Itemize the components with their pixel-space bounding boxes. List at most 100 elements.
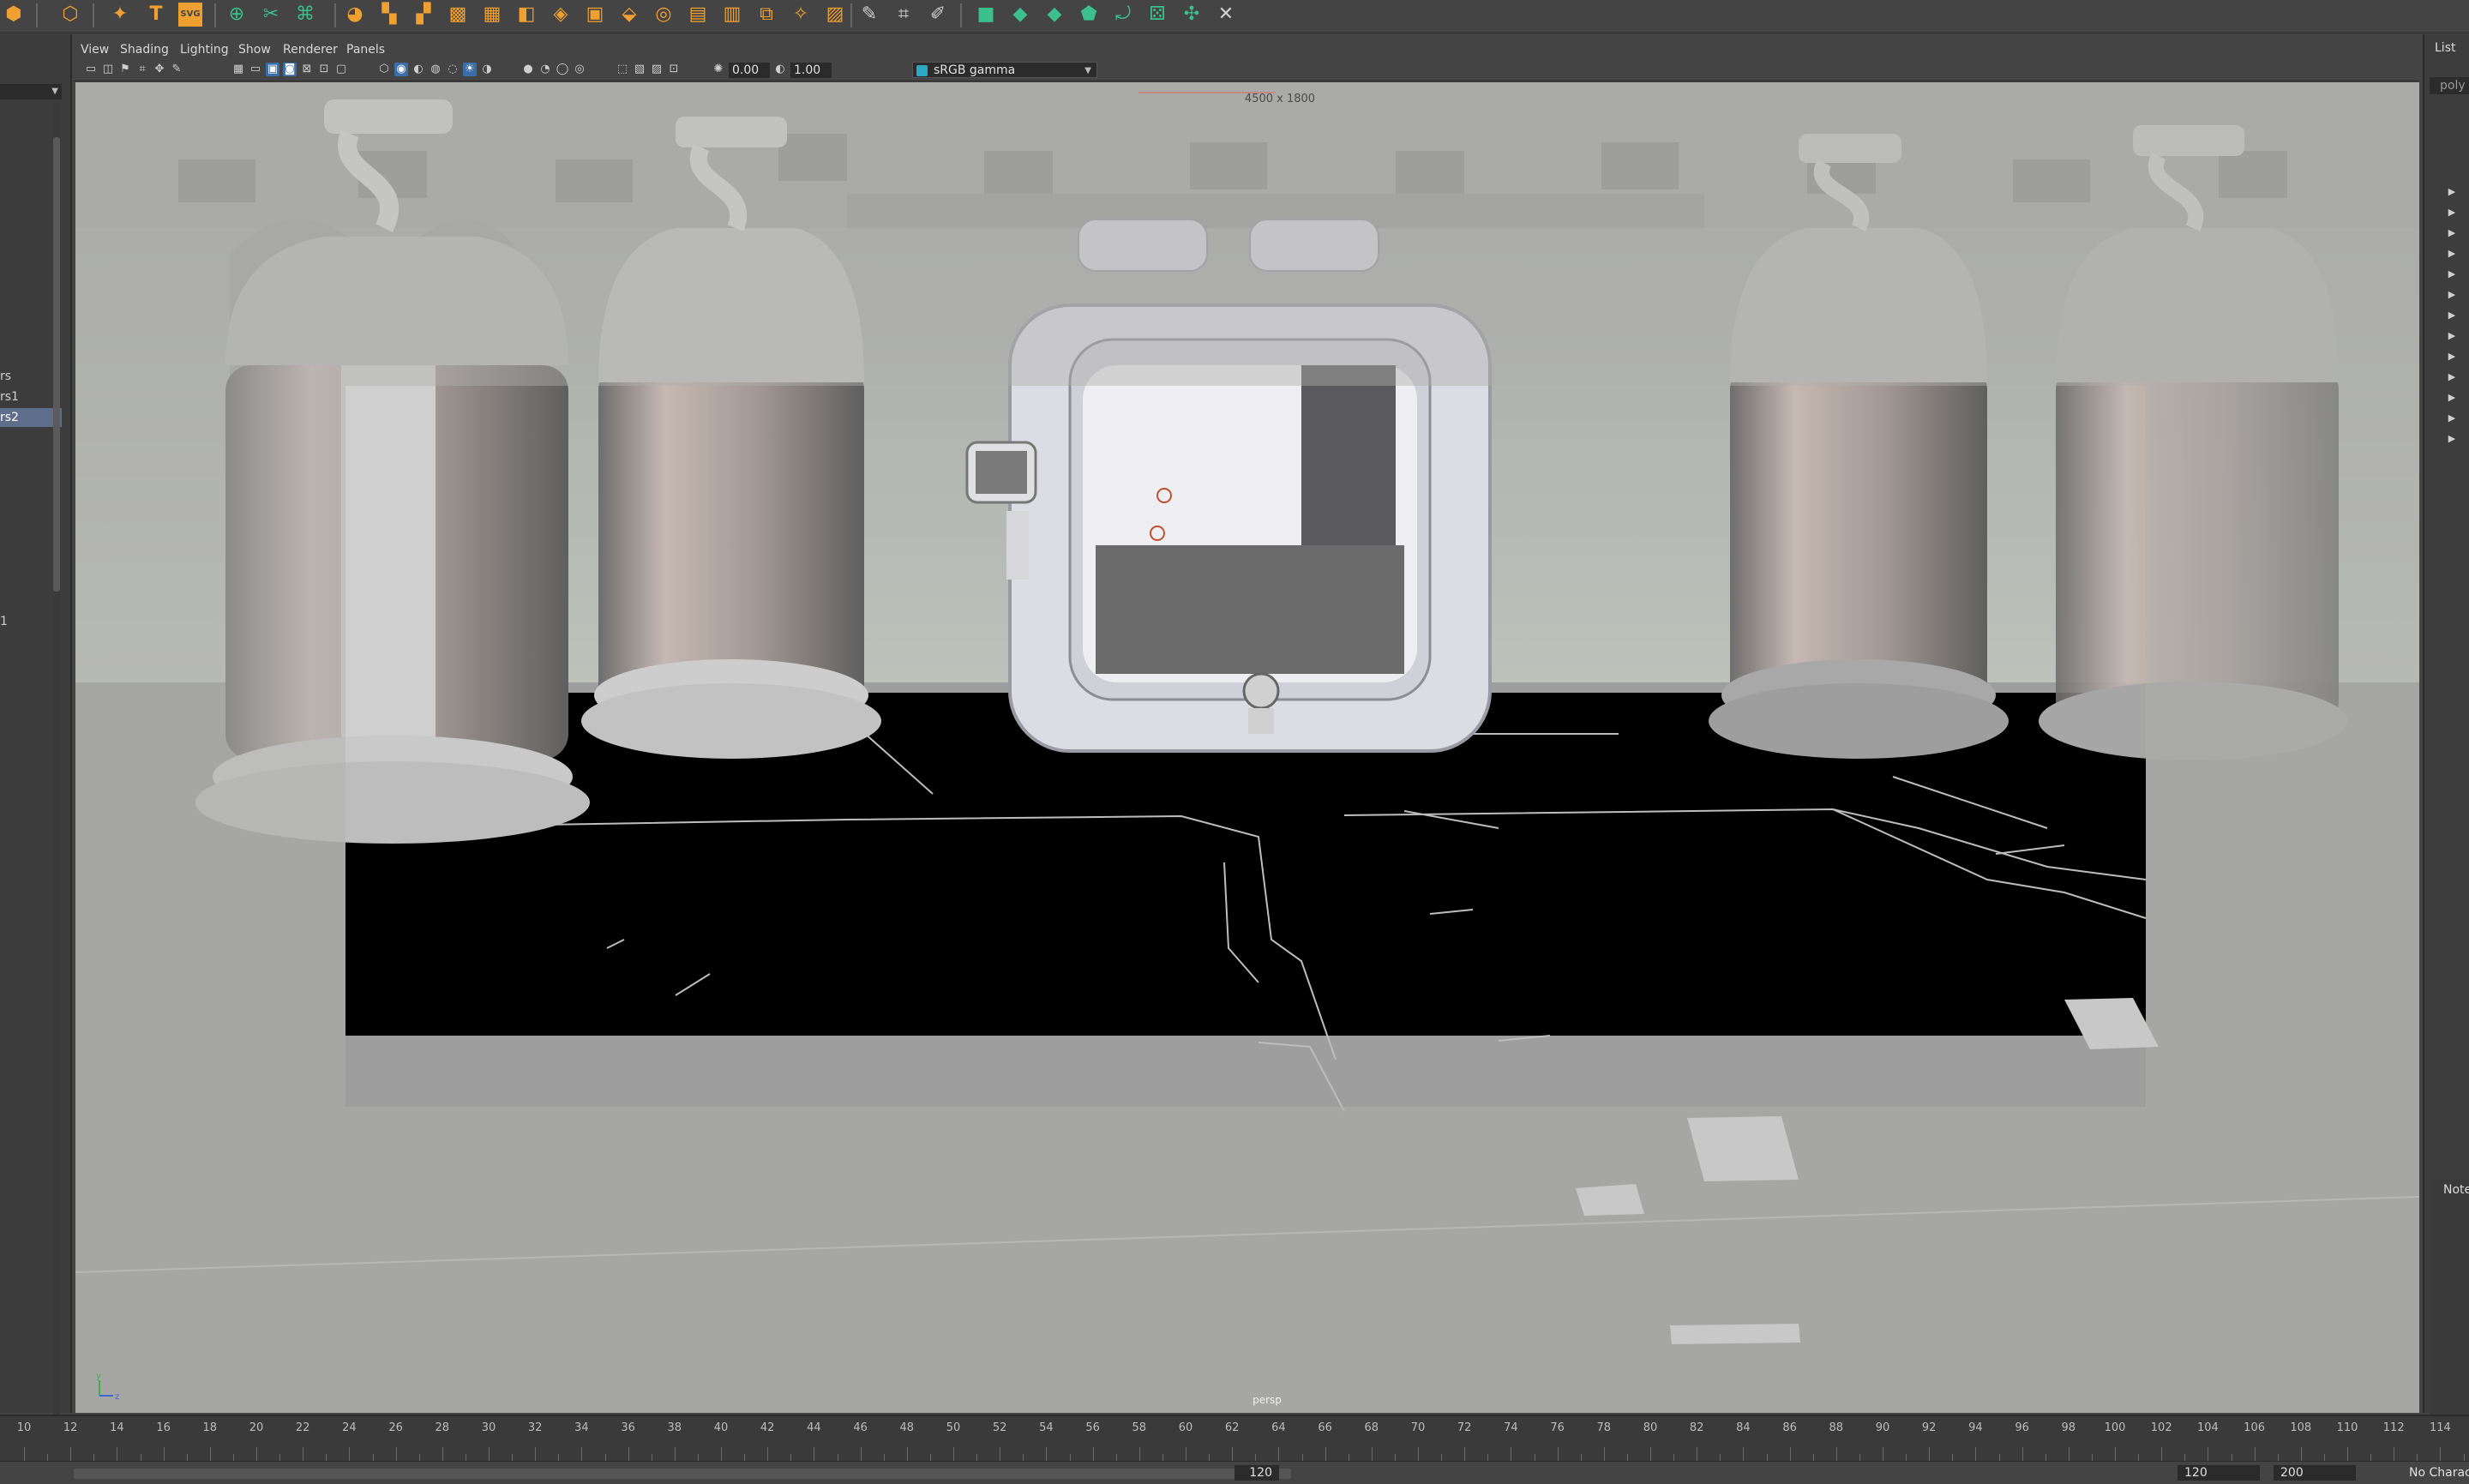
expand-arrow-icon[interactable]: ▶ — [2445, 309, 2459, 322]
outliner-scrollbar[interactable] — [53, 103, 60, 1423]
uv-sew-icon[interactable]: ▨ — [823, 3, 847, 27]
expand-arrow-icon[interactable]: ▶ — [2445, 350, 2459, 363]
node-name-field[interactable]: poly — [2430, 77, 2469, 94]
multi-cut-icon[interactable]: ✎ — [857, 3, 881, 27]
collapse-icon[interactable]: ✣ — [1180, 3, 1204, 27]
snap-grid-icon[interactable]: ⌘ — [293, 3, 317, 27]
field-chart-icon[interactable]: ⊠ — [300, 63, 314, 76]
menu-view[interactable]: View — [81, 43, 109, 57]
expand-arrow-icon[interactable]: ▶ — [2445, 329, 2459, 343]
cleanup-icon[interactable]: ◈ — [549, 3, 573, 27]
gate-mask-icon[interactable]: ◙ — [283, 63, 297, 76]
xray-icon[interactable]: ▧ — [633, 63, 646, 76]
edge-loop-icon[interactable]: ⌗ — [892, 3, 916, 27]
expand-arrow-icon[interactable]: ▶ — [2445, 206, 2459, 219]
grease-pencil-icon[interactable]: ✎ — [170, 63, 183, 76]
motion-blur-icon[interactable]: ◔ — [538, 63, 552, 76]
use-all-lights-icon[interactable]: ☀ — [463, 63, 477, 76]
select-camera-icon[interactable]: ▭ — [84, 63, 98, 76]
camera-attributes-icon[interactable]: ◫ — [101, 63, 115, 76]
merge-icon[interactable]: ⚄ — [1145, 3, 1169, 27]
delete-edge-icon[interactable]: ✕ — [1214, 3, 1238, 27]
combine-icon[interactable]: ◕ — [343, 3, 367, 27]
menu-panels[interactable]: Panels — [346, 43, 385, 57]
expand-arrow-icon[interactable]: ▶ — [2445, 412, 2459, 425]
bookmark-icon[interactable]: ⚑ — [118, 63, 132, 76]
retopo-icon[interactable]: ⬙ — [617, 3, 641, 27]
mirror-icon[interactable]: ◎ — [652, 3, 676, 27]
gamma-field[interactable]: 1.00 — [790, 63, 832, 78]
character-set-dropdown[interactable]: No Charac — [2392, 1465, 2469, 1481]
expand-arrow-icon[interactable]: ▶ — [2445, 226, 2459, 240]
svg-tool-icon[interactable]: SVG — [178, 3, 202, 27]
wireframe-icon[interactable]: ⬡ — [377, 63, 391, 76]
grid-icon[interactable]: ▦ — [231, 63, 245, 76]
expand-arrow-icon[interactable]: ▶ — [2445, 370, 2459, 384]
super-shape-icon[interactable]: ✦ — [108, 3, 132, 27]
separate-icon[interactable]: ▚ — [377, 3, 401, 27]
safe-title-icon[interactable]: ▢ — [334, 63, 348, 76]
reduce-icon[interactable]: ◧ — [514, 3, 538, 27]
time-slider[interactable]: 10 12 14 16 18 20 22 24 26 28 30 32 34 36 38 40 42 44 46 48… — [0, 1415, 2469, 1461]
uv-editor-icon[interactable]: ⧉ — [754, 3, 778, 27]
animation-end-field[interactable]: 200 — [2274, 1465, 2356, 1481]
color-space-dropdown[interactable]: sRGB gamma ▼ — [912, 62, 1097, 78]
uv-layout-icon[interactable]: ▥ — [720, 3, 744, 27]
expand-arrow-icon[interactable]: ▶ — [2445, 267, 2459, 281]
range-end-field[interactable]: 120 — [1234, 1465, 1279, 1481]
snap-target-icon[interactable]: ⊕ — [225, 3, 249, 27]
extrude-icon[interactable]: ■ — [974, 3, 998, 27]
resolution-gate-icon[interactable]: ▣ — [266, 63, 279, 76]
notes-area[interactable] — [2430, 1180, 2469, 1420]
two-d-pan-icon[interactable]: ✥ — [153, 63, 166, 76]
anti-aliasing-icon[interactable]: ◯ — [556, 63, 569, 76]
smooth-icon[interactable]: ▦ — [480, 3, 504, 27]
fill-hole-icon[interactable]: ⬟ — [1077, 3, 1101, 27]
range-slider[interactable] — [74, 1469, 1291, 1479]
shadows-icon[interactable]: ◑ — [480, 63, 494, 76]
type-tool-icon[interactable]: T — [144, 3, 168, 27]
expand-arrow-icon[interactable]: ▶ — [2445, 391, 2459, 405]
film-gate-icon[interactable]: ▭ — [249, 63, 262, 76]
exposure-field[interactable]: 0.00 — [729, 63, 770, 78]
snap-remove-icon[interactable]: ✂ — [259, 3, 283, 27]
outliner-filter-dropdown[interactable]: ▼ — [0, 84, 62, 99]
polygon-platonic-icon[interactable]: ⬢ — [2, 3, 26, 27]
playback-end-field[interactable]: 120 — [2178, 1465, 2260, 1481]
textured-icon[interactable]: ◌ — [446, 63, 460, 76]
depth-of-field-icon[interactable]: ◎ — [573, 63, 586, 76]
append-icon[interactable]: ⤾ — [1111, 3, 1135, 27]
expand-arrow-icon[interactable]: ▶ — [2445, 247, 2459, 261]
menu-renderer[interactable]: Renderer — [283, 43, 338, 57]
default-material-icon[interactable]: ◐ — [412, 63, 425, 76]
uv-snapshot-icon[interactable]: ✧ — [789, 3, 813, 27]
image-plane-icon[interactable]: ⌗ — [135, 63, 149, 76]
list-menu[interactable]: List — [2435, 41, 2455, 55]
remesh-icon[interactable]: ▣ — [583, 3, 607, 27]
safe-action-icon[interactable]: ⊡ — [317, 63, 331, 76]
exposure-icon[interactable]: ✺ — [712, 63, 725, 76]
extract-icon[interactable]: ▩ — [446, 3, 470, 27]
target-weld-icon[interactable]: ✐ — [926, 3, 950, 27]
scene-render[interactable] — [75, 82, 2419, 1413]
polygon-soccerball-icon[interactable]: ⬡ — [58, 3, 82, 27]
bevel-icon[interactable]: ◆ — [1042, 3, 1066, 27]
uv-unfold-icon[interactable]: ▤ — [686, 3, 710, 27]
expand-arrow-icon[interactable]: ▶ — [2445, 288, 2459, 302]
ambient-occlusion-icon[interactable]: ● — [521, 63, 535, 76]
menu-shading[interactable]: Shading — [120, 43, 169, 57]
expand-arrow-icon[interactable]: ▶ — [2445, 432, 2459, 446]
menu-lighting[interactable]: Lighting — [180, 43, 229, 57]
menu-show[interactable]: Show — [238, 43, 271, 57]
expand-arrow-icon[interactable]: ▶ — [2445, 185, 2459, 199]
smooth-shade-icon[interactable]: ◉ — [394, 63, 408, 76]
wireframe-on-shaded-icon[interactable]: ◍ — [429, 63, 442, 76]
xray-joints-icon[interactable]: ⊡ — [667, 63, 681, 76]
isolate-select-icon[interactable]: ⬚ — [616, 63, 629, 76]
scrollbar-thumb[interactable] — [53, 137, 60, 592]
boolean-icon[interactable]: ▞ — [412, 3, 436, 27]
gamma-icon[interactable]: ◐ — [773, 63, 787, 76]
xray-active-icon[interactable]: ▨ — [650, 63, 664, 76]
perspective-viewport[interactable]: 4500 x 1800 persp y z — [75, 82, 2419, 1413]
bridge-icon[interactable]: ◆ — [1008, 3, 1032, 27]
